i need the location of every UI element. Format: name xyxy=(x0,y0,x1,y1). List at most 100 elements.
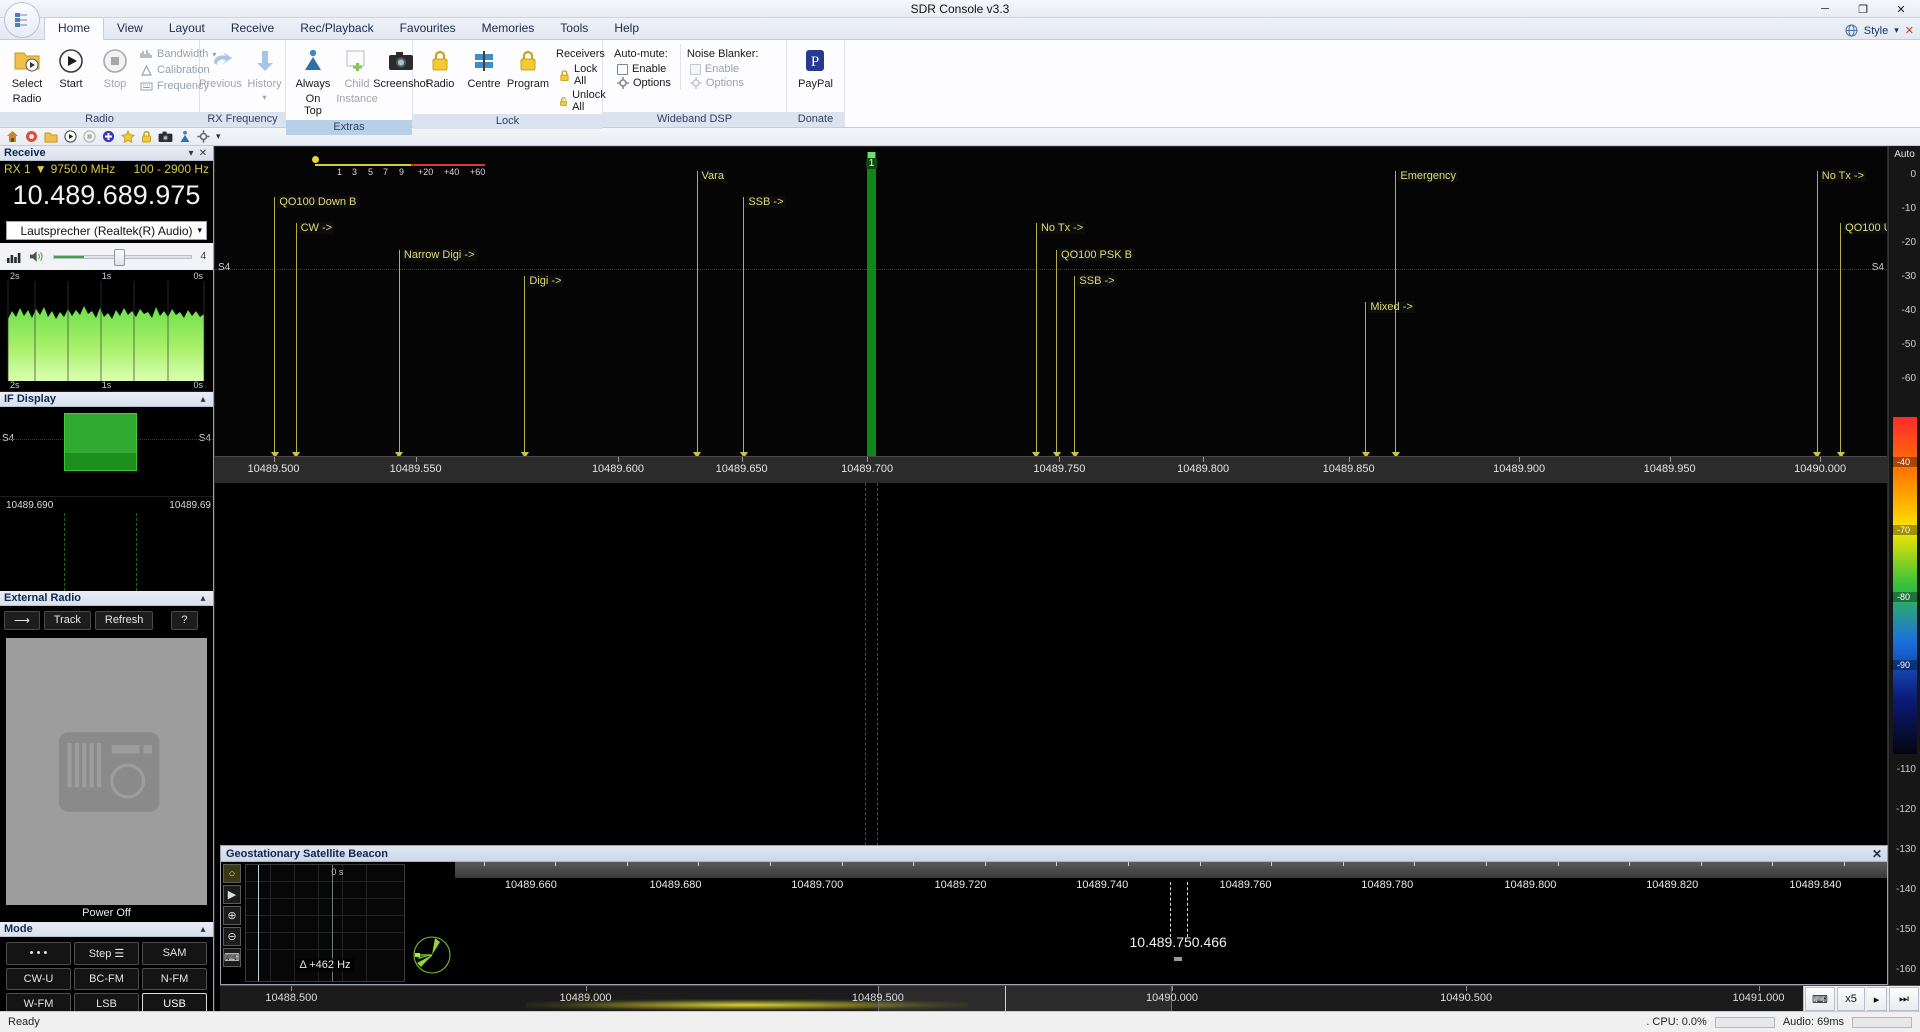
bandscope-zoom-level[interactable]: x5 xyxy=(1837,987,1865,1011)
spectrum-frequency-axis[interactable]: 10489.500 10489.550 10489.600 10489.650 … xyxy=(215,456,1887,482)
tab-memories[interactable]: Memories xyxy=(469,18,548,39)
nb-enable-checkbox[interactable]: Enable xyxy=(687,62,759,76)
freq-tick-label: 10489.600 xyxy=(592,463,644,475)
lock-radio-button[interactable]: Radio xyxy=(418,44,462,93)
bandscope-play-icon[interactable]: ⏭ xyxy=(1889,987,1919,1011)
app-logo-icon[interactable] xyxy=(4,2,40,38)
receive-panel-caret-icon[interactable]: ▾ xyxy=(185,148,197,159)
bandscope-selected-segment[interactable] xyxy=(878,986,1172,1011)
if-waterfall[interactable] xyxy=(0,513,213,591)
mode-button-nfm[interactable]: N-FM xyxy=(142,968,207,990)
bandscope-zoom-caret-icon[interactable]: ▸ xyxy=(1867,987,1887,1011)
af-spectrum-graph[interactable]: 2s 1s 0s 2s 1s 0s xyxy=(0,270,213,392)
previous-button[interactable]: Previous xyxy=(199,44,243,93)
play-icon[interactable] xyxy=(64,130,77,143)
stop-icon[interactable] xyxy=(83,130,96,143)
beacon-close-icon[interactable]: ✕ xyxy=(1872,847,1882,861)
tab-rec-playback[interactable]: Rec/Playback xyxy=(287,18,386,39)
help-button[interactable]: ? xyxy=(171,611,197,630)
beacon-ruler[interactable] xyxy=(455,862,1887,878)
nb-options-button[interactable]: Options xyxy=(687,76,759,90)
if-display-panel[interactable]: S4 S4 10489.690 10489.69 xyxy=(0,407,213,513)
nb-enable-label: Enable xyxy=(705,63,739,75)
lock-centre-button[interactable]: Centre xyxy=(462,44,506,93)
bandscope-keyboard-icon[interactable]: ⌨ xyxy=(1805,987,1835,1011)
beacon-tool-keyboard[interactable]: ⌨ xyxy=(223,948,241,967)
beacon-tool-zoom-out[interactable]: ⊖ xyxy=(223,927,241,946)
close-button[interactable]: ✕ xyxy=(1882,0,1920,18)
ribbon-close-icon[interactable]: ✕ xyxy=(1905,24,1914,37)
connect-button[interactable]: ⟶ xyxy=(4,611,40,630)
tab-tools[interactable]: Tools xyxy=(547,18,601,39)
levels-icon[interactable] xyxy=(7,251,21,263)
spectrum-display[interactable]: 1 3 5 7 9 +20 +40 +60 S4 S4 1 QO100 D xyxy=(214,146,1888,483)
maximize-button[interactable]: ❐ xyxy=(1844,0,1882,18)
auto-mute-enable-checkbox[interactable]: Enable xyxy=(614,62,674,76)
waterfall-colour-gradient[interactable]: -40 -70 -80 -90 xyxy=(1893,417,1917,754)
paypal-button[interactable]: P PayPal xyxy=(792,44,839,93)
tab-help[interactable]: Help xyxy=(601,18,652,39)
beacon-frequency-pane[interactable]: 10489.660 10489.680 10489.700 10489.720 … xyxy=(455,862,1887,984)
band-marker-label: Vara xyxy=(700,170,726,182)
if-display-collapse-icon[interactable]: ▴ xyxy=(197,394,209,405)
child-instance-button[interactable]: Child Instance xyxy=(335,44,379,107)
style-caret-icon[interactable]: ▾ xyxy=(1894,25,1899,36)
stop-button[interactable]: Stop xyxy=(93,44,137,93)
beacon-tool-circle[interactable]: ○ xyxy=(223,864,241,883)
style-label[interactable]: Style xyxy=(1864,25,1888,37)
tab-layout[interactable]: Layout xyxy=(156,18,218,39)
padlock-icon[interactable] xyxy=(141,130,152,143)
beacon-tool-zoom-in[interactable]: ⊕ xyxy=(223,906,241,925)
beacon-tool-play[interactable]: ▶ xyxy=(223,885,241,904)
pin-cone-icon[interactable] xyxy=(179,130,191,143)
tab-favourites[interactable]: Favourites xyxy=(387,18,469,39)
refresh-button[interactable]: Refresh xyxy=(95,611,154,630)
camera-icon[interactable] xyxy=(158,131,173,143)
beacon-ruler-label: 10489.840 xyxy=(1789,879,1841,891)
add-icon[interactable] xyxy=(102,130,115,143)
vfo-frequency-display[interactable]: 10.489.689.975 xyxy=(0,177,213,217)
toolbar-overflow-caret-icon[interactable]: ▾ xyxy=(216,131,221,142)
receive-panel-close-icon[interactable]: ✕ xyxy=(197,148,209,159)
mode-button-step[interactable]: Step ☰ xyxy=(74,942,139,965)
folder-icon[interactable] xyxy=(44,131,58,143)
rx-caret-icon[interactable]: ▼ xyxy=(35,162,47,176)
start-button[interactable]: Start xyxy=(49,44,93,93)
mode-button-bcfm[interactable]: BC-FM xyxy=(74,968,139,990)
mode-button-more[interactable]: • • • xyxy=(6,942,71,965)
favourite-star-icon[interactable] xyxy=(121,130,135,143)
audio-device-select[interactable]: Lautsprecher (Realtek(R) Audio) ▾ xyxy=(6,221,207,240)
gradient-label: -80 xyxy=(1891,592,1917,602)
volume-knob[interactable] xyxy=(114,249,125,266)
mode-button-sam[interactable]: SAM xyxy=(142,942,207,965)
auto-scale-button[interactable]: Auto xyxy=(1894,146,1915,163)
tab-home[interactable]: Home xyxy=(44,17,104,40)
auto-mute-options-button[interactable]: Options xyxy=(614,76,674,90)
bandscope-cursor[interactable] xyxy=(1005,986,1006,1011)
beacon-scope[interactable]: 0 s Δ +462 Hz xyxy=(245,864,405,982)
db-label: -120 xyxy=(1896,804,1916,815)
mode-panel-collapse-icon[interactable]: ▴ xyxy=(197,924,209,935)
spectrum-grid-left-label: S4 xyxy=(218,262,230,273)
home-icon[interactable] xyxy=(6,130,19,143)
minimize-button[interactable]: ─ xyxy=(1806,0,1844,18)
receiver-band-1[interactable]: 1 xyxy=(867,152,876,457)
undo-arrow-icon xyxy=(208,46,234,76)
volume-slider[interactable] xyxy=(53,255,192,259)
select-radio-button[interactable]: Select Radio xyxy=(5,44,49,107)
settings-icon[interactable] xyxy=(197,130,210,143)
tab-view[interactable]: View xyxy=(104,18,156,39)
db-label: -50 xyxy=(1902,339,1916,350)
external-radio-collapse-icon[interactable]: ▴ xyxy=(197,593,209,604)
history-button[interactable]: History ▾ xyxy=(243,44,287,104)
tab-receive[interactable]: Receive xyxy=(218,18,287,39)
bandscope-strip[interactable]: 10488.500 10489.000 10489.500 10490.000 … xyxy=(220,985,1920,1011)
speaker-icon[interactable] xyxy=(29,250,45,263)
lifebuoy-icon[interactable] xyxy=(25,130,38,143)
mode-button-cwu[interactable]: CW-U xyxy=(6,968,71,990)
auto-mute-enable-label: Enable xyxy=(632,63,666,75)
track-button[interactable]: Track xyxy=(44,611,91,630)
globe-icon[interactable] xyxy=(1845,24,1858,37)
always-on-top-button[interactable]: Always On Top xyxy=(291,44,335,120)
lock-program-button[interactable]: Program xyxy=(506,44,550,93)
